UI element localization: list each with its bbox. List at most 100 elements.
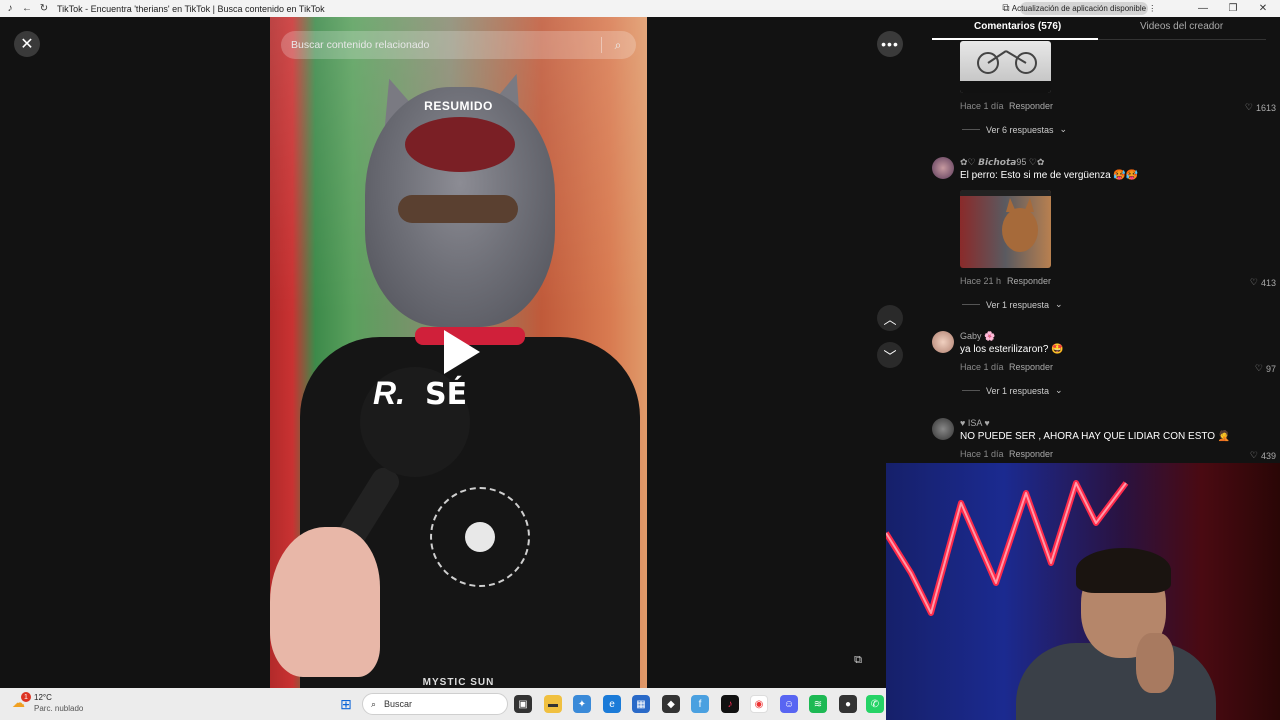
like-count[interactable]: ♡ 413 [1250, 277, 1276, 288]
chrome-icon[interactable]: ◉ [750, 695, 768, 713]
comment-text: ya los esterilizaron? 🤩 [960, 344, 1064, 355]
avatar[interactable] [932, 157, 954, 179]
comment-image[interactable] [960, 41, 1051, 93]
video-overlay-title: RESUMIDO [424, 99, 493, 113]
browser-titlebar: ♪ ← ↻ TikTok - Encuentra 'therians' en T… [0, 0, 1280, 17]
comment-text: NO PUEDE SER , AHORA HAY QUE LIDIAR CON … [960, 431, 1231, 442]
comment-item: Hace 1 día Responder ♡ 1613 Ver 6 respues… [932, 41, 1276, 135]
reply-button[interactable]: Responder [1009, 362, 1053, 372]
view-replies-label: Ver 1 respuesta [986, 299, 1050, 310]
previous-video-button[interactable]: ︿ [877, 305, 903, 331]
comment-username[interactable]: Gaby 🌸 [960, 331, 995, 342]
whatsapp-icon[interactable]: ✆ [866, 695, 884, 713]
notification-badge: 1 [21, 692, 31, 702]
like-count[interactable]: ♡ 97 [1255, 363, 1276, 374]
likes-value: 413 [1260, 277, 1276, 288]
video-player[interactable]: Buscar contenido relacionado ⌕ RESUMIDO … [270, 17, 647, 688]
likes-value: 1613 [1255, 102, 1276, 113]
more-options-button[interactable]: ••• [877, 31, 903, 57]
maximize-icon[interactable]: ❐ [1218, 0, 1248, 17]
close-window-icon[interactable]: ✕ [1248, 0, 1278, 17]
streamer-hand [1136, 633, 1174, 693]
red-hair [405, 117, 515, 172]
taskbar-search[interactable]: ⌕ Buscar [362, 693, 508, 715]
window-title: TikTok - Encuentra 'therians' en TikTok … [57, 3, 325, 14]
back-arrow-icon[interactable]: ← [20, 2, 34, 16]
view-replies-label: Ver 1 respuesta [986, 385, 1050, 396]
update-label: Actualización de aplicación disponible [1011, 4, 1147, 13]
tab-creator-videos[interactable]: Videos del creador [1140, 21, 1223, 32]
close-video-button[interactable]: ✕ [14, 31, 40, 57]
active-tab-indicator [932, 38, 1098, 40]
comment-item: Gaby 🌸 ya los esterilizaron? 🤩 Hace 1 dí… [932, 331, 1276, 401]
obs-icon[interactable]: ● [839, 695, 857, 713]
related-search-input[interactable]: Buscar contenido relacionado ⌕ [281, 31, 636, 59]
app-cube-icon[interactable]: ◆ [662, 695, 680, 713]
comment-time: Hace 1 día [960, 449, 1004, 459]
heart-icon: ♡ [1254, 363, 1263, 373]
search-icon[interactable]: ⌕ [610, 37, 626, 53]
reply-button[interactable]: Responder [1007, 276, 1051, 286]
chevron-down-icon: ⌄ [1055, 299, 1063, 309]
close-icon: ✕ [20, 36, 34, 53]
avatar[interactable] [932, 418, 954, 440]
comment-text: El perro: Esto si me de vergüenza 🥵🥵 [960, 170, 1139, 181]
chevron-down-icon: ⌄ [1055, 385, 1063, 395]
heart-icon: ♡ [1249, 450, 1258, 460]
weather-temperature: 12°C [34, 693, 52, 702]
like-count[interactable]: ♡ 1613 [1245, 102, 1276, 113]
comment-image[interactable] [960, 190, 1051, 268]
task-view-icon[interactable]: ▣ [514, 695, 532, 713]
weather-description: Parc. nublado [34, 704, 84, 713]
heart-icon: ♡ [1244, 102, 1253, 112]
reply-button[interactable]: Responder [1009, 101, 1053, 111]
avatar[interactable] [932, 331, 954, 353]
update-available-button[interactable]: Actualización de aplicación disponible ⋮ [1012, 2, 1156, 15]
mic-logo-word: SÉ [425, 377, 468, 412]
tab-comments[interactable]: Comentarios (576) [974, 21, 1061, 32]
shirt-print-text: MYSTIC SUN [422, 677, 495, 688]
spotify-icon[interactable]: ≋ [809, 695, 827, 713]
likes-value: 97 [1265, 363, 1276, 374]
store-icon[interactable]: ▦ [632, 695, 650, 713]
search-icon: ⌕ [371, 698, 377, 709]
reply-button[interactable]: Responder [1009, 449, 1053, 459]
view-replies-button[interactable]: Ver 1 respuesta ⌄ [962, 385, 1063, 396]
chevron-up-icon: ︿ [883, 311, 897, 327]
replies-line [962, 129, 980, 130]
ellipsis-icon: ••• [881, 36, 899, 52]
picture-in-picture-icon[interactable]: ⧉ [850, 652, 866, 668]
tiktok-icon[interactable]: ♪ [721, 695, 739, 713]
comment-time: Hace 1 día [960, 362, 1004, 372]
reload-icon[interactable]: ↻ [37, 2, 51, 16]
comment-username[interactable]: ♥ ISA ♥ [960, 418, 990, 428]
edge-icon[interactable]: e [603, 695, 621, 713]
comment-time: Hace 21 h [960, 276, 1002, 286]
play-icon[interactable] [444, 330, 480, 374]
like-count[interactable]: ♡ 439 [1250, 450, 1276, 461]
mic-logo-letter: R. [373, 375, 405, 411]
panel-tabs: Comentarios (576) Videos del creador [932, 17, 1266, 40]
likes-value: 439 [1260, 450, 1276, 461]
comment-username[interactable]: ✿♡ 𝘽𝙞𝙘𝙝𝙤𝙩𝙖95 ♡✿ [960, 157, 1044, 168]
windows-start-icon[interactable]: ⊞ [337, 695, 355, 713]
view-replies-label: Ver 6 respuestas [986, 124, 1054, 135]
comment-item: ✿♡ 𝘽𝙞𝙘𝙝𝙤𝙩𝙖95 ♡✿ El perro: Esto si me de … [932, 157, 1276, 310]
streamer-hair [1076, 548, 1171, 593]
comment-time: Hace 1 día [960, 101, 1004, 111]
minimize-icon[interactable]: — [1188, 0, 1218, 17]
file-explorer-icon[interactable]: ▬ [544, 695, 562, 713]
dog-image [960, 190, 1051, 252]
next-video-button[interactable]: ﹀ [877, 342, 903, 368]
chevron-down-icon: ⌄ [1059, 124, 1068, 134]
copilot-icon[interactable]: ✦ [573, 695, 591, 713]
discord-icon[interactable]: ☺ [780, 695, 798, 713]
replies-line [962, 304, 980, 305]
windows-taskbar: ☁ 1 12°C Parc. nublado ⊞ ⌕ Buscar ▣ ▬ ✦ … [0, 688, 886, 720]
heart-icon: ♡ [1249, 277, 1258, 287]
view-replies-button[interactable]: Ver 1 respuesta ⌄ [962, 299, 1063, 310]
chevron-down-icon: ﹀ [883, 348, 897, 364]
shirt-sun-core [465, 522, 495, 552]
view-replies-button[interactable]: Ver 6 respuestas ⌄ [962, 124, 1067, 135]
app-f-icon[interactable]: f [691, 695, 709, 713]
